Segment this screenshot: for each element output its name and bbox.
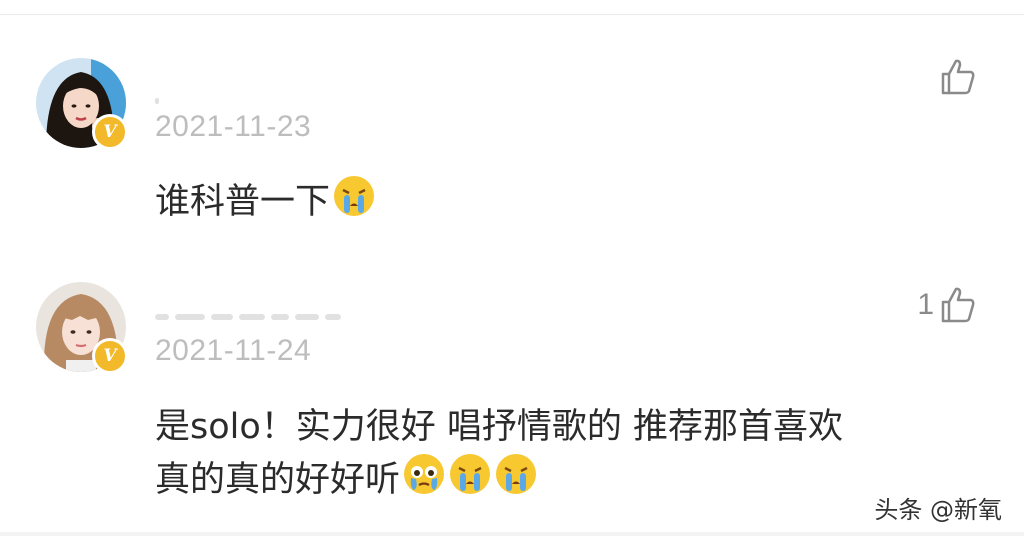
username-redacted — [155, 96, 159, 106]
comment-timestamp: 2021-11-23 — [155, 110, 312, 143]
comment-body: 谁科普一下 — [155, 174, 376, 232]
like-count: 1 — [917, 288, 934, 321]
comment-text-line: 是solo！实力很好 唱抒情歌的 推荐那首喜欢 — [155, 407, 844, 447]
thumbs-up-icon — [941, 59, 975, 95]
username-redacted — [155, 312, 341, 322]
like-button[interactable] — [934, 58, 976, 96]
avatar[interactable]: V — [36, 58, 128, 150]
watermark: 头条 @新氧 — [874, 496, 1002, 524]
comment-text: 谁科普一下 — [155, 182, 331, 222]
crying-face-icon — [448, 452, 492, 510]
crying-face-icon — [332, 174, 376, 232]
avatar[interactable]: V — [36, 282, 128, 374]
like-button[interactable]: 1 — [917, 286, 976, 324]
tearful-face-icon — [402, 452, 446, 510]
verified-badge-icon: V — [92, 338, 128, 374]
crying-face-icon — [494, 452, 538, 510]
comment-timestamp: 2021-11-24 — [155, 334, 312, 367]
divider — [0, 14, 1024, 15]
comment-body: 是solo！实力很好 唱抒情歌的 推荐那首喜欢 真的真的好好听 — [155, 402, 843, 510]
verified-badge-icon: V — [92, 114, 128, 150]
divider — [0, 532, 1024, 536]
thumbs-up-icon — [941, 287, 975, 323]
comment-text-line: 真的真的好好听 — [155, 452, 843, 510]
comment-list: V 2021-11-23 谁科普一下 V 2021-11-24 1 是solo！… — [0, 0, 1024, 536]
